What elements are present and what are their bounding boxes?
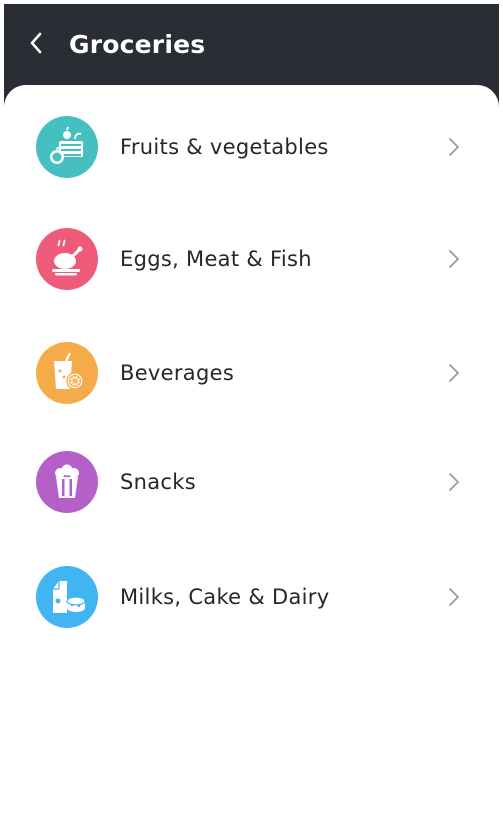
chevron-right-icon bbox=[449, 473, 459, 491]
category-label: Fruits & vegetables bbox=[120, 135, 329, 159]
produce-basket-icon bbox=[36, 116, 98, 178]
app-header: Groceries bbox=[4, 4, 499, 88]
category-label: Eggs, Meat & Fish bbox=[120, 247, 312, 271]
chevron-right-icon bbox=[449, 364, 459, 382]
juice-glass-icon bbox=[36, 342, 98, 404]
chevron-right-icon bbox=[449, 250, 459, 268]
roast-chicken-icon bbox=[36, 228, 98, 290]
category-label: Milks, Cake & Dairy bbox=[120, 585, 330, 609]
milk-carton-icon bbox=[36, 566, 98, 628]
chevron-left-icon bbox=[30, 32, 42, 54]
category-label: Beverages bbox=[120, 361, 235, 385]
category-item-beverages[interactable]: Beverages bbox=[4, 328, 499, 418]
category-item-eggs-meat-fish[interactable]: Eggs, Meat & Fish bbox=[4, 214, 499, 304]
category-label: Snacks bbox=[120, 470, 196, 494]
category-item-fruits-vegetables[interactable]: Fruits & vegetables bbox=[4, 102, 499, 192]
back-button[interactable] bbox=[22, 26, 50, 60]
category-item-milks-cake-dairy[interactable]: Milks, Cake & Dairy bbox=[4, 552, 499, 642]
page-title: Groceries bbox=[69, 30, 206, 59]
app-frame: Groceries Fruits & vegetables Eggs, Meat… bbox=[4, 4, 499, 831]
popcorn-icon bbox=[36, 451, 98, 513]
chevron-right-icon bbox=[449, 588, 459, 606]
category-item-snacks[interactable]: Snacks bbox=[4, 437, 499, 527]
category-list: Fruits & vegetables Eggs, Meat & Fish Be… bbox=[4, 85, 499, 831]
chevron-right-icon bbox=[449, 138, 459, 156]
